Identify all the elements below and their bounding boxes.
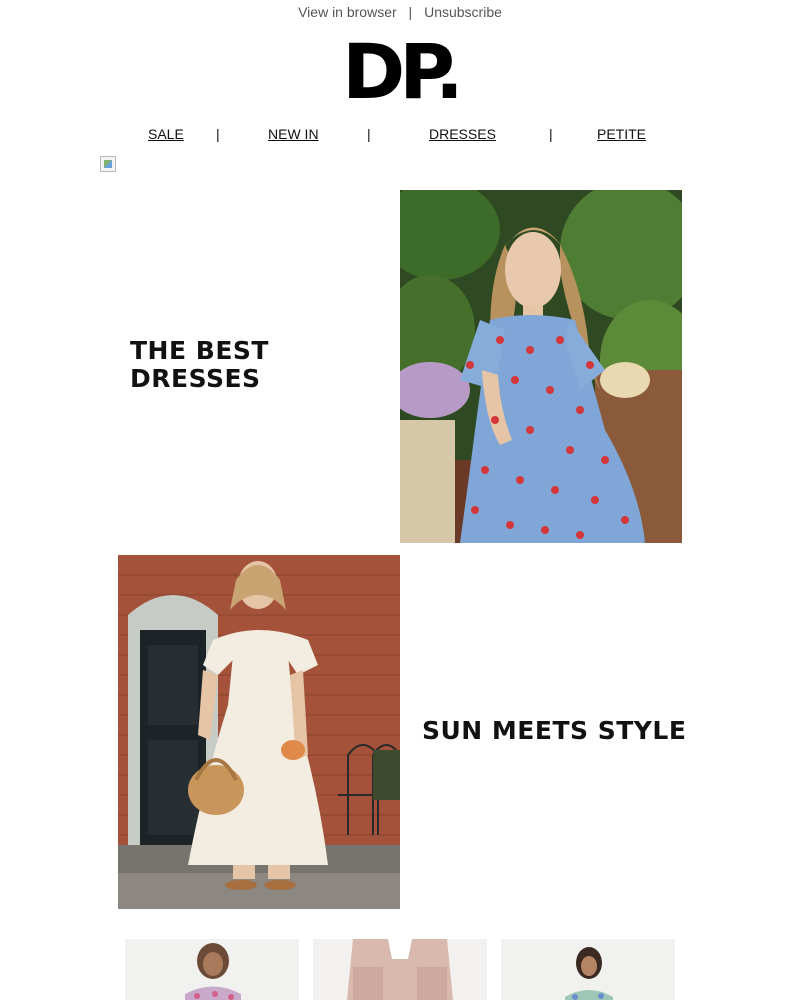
nav-divider: | <box>549 126 553 142</box>
nav-item-new-in[interactable]: NEW IN <box>268 126 319 142</box>
broken-image-icon <box>100 156 116 172</box>
brand-logo[interactable]: DP. <box>0 32 800 112</box>
unsubscribe-link[interactable]: Unsubscribe <box>424 4 502 20</box>
nav-item-dresses[interactable]: DRESSES <box>429 126 496 142</box>
nav-item-petite[interactable]: PETITE <box>597 126 646 142</box>
view-in-browser-link[interactable]: View in browser <box>298 4 397 20</box>
preheader: View in browser | Unsubscribe <box>0 4 800 20</box>
blue-floral-dress-photo[interactable] <box>400 190 682 543</box>
nav-divider: | <box>216 126 220 142</box>
section-title-line: THE BEST <box>130 336 269 365</box>
nav-item-sale[interactable]: SALE <box>148 126 184 142</box>
section-title-line: DRESSES <box>130 364 261 393</box>
product-thumbnail-pink-suit[interactable] <box>313 939 487 1000</box>
white-dress-photo[interactable] <box>118 555 400 909</box>
section-title-sun-meets-style[interactable]: SUN MEETS STYLE <box>422 716 686 746</box>
brand-logo-text: DP. <box>342 27 464 116</box>
main-nav: SALE | NEW IN | DRESSES | PETITE <box>100 126 700 146</box>
product-thumbnail-floral-top[interactable] <box>125 939 299 1000</box>
section-title-best-dresses[interactable]: THE BEST DRESSES <box>130 337 269 393</box>
preheader-separator: | <box>408 4 413 20</box>
nav-divider: | <box>367 126 371 142</box>
product-thumbnail-floral-dress[interactable] <box>501 939 675 1000</box>
